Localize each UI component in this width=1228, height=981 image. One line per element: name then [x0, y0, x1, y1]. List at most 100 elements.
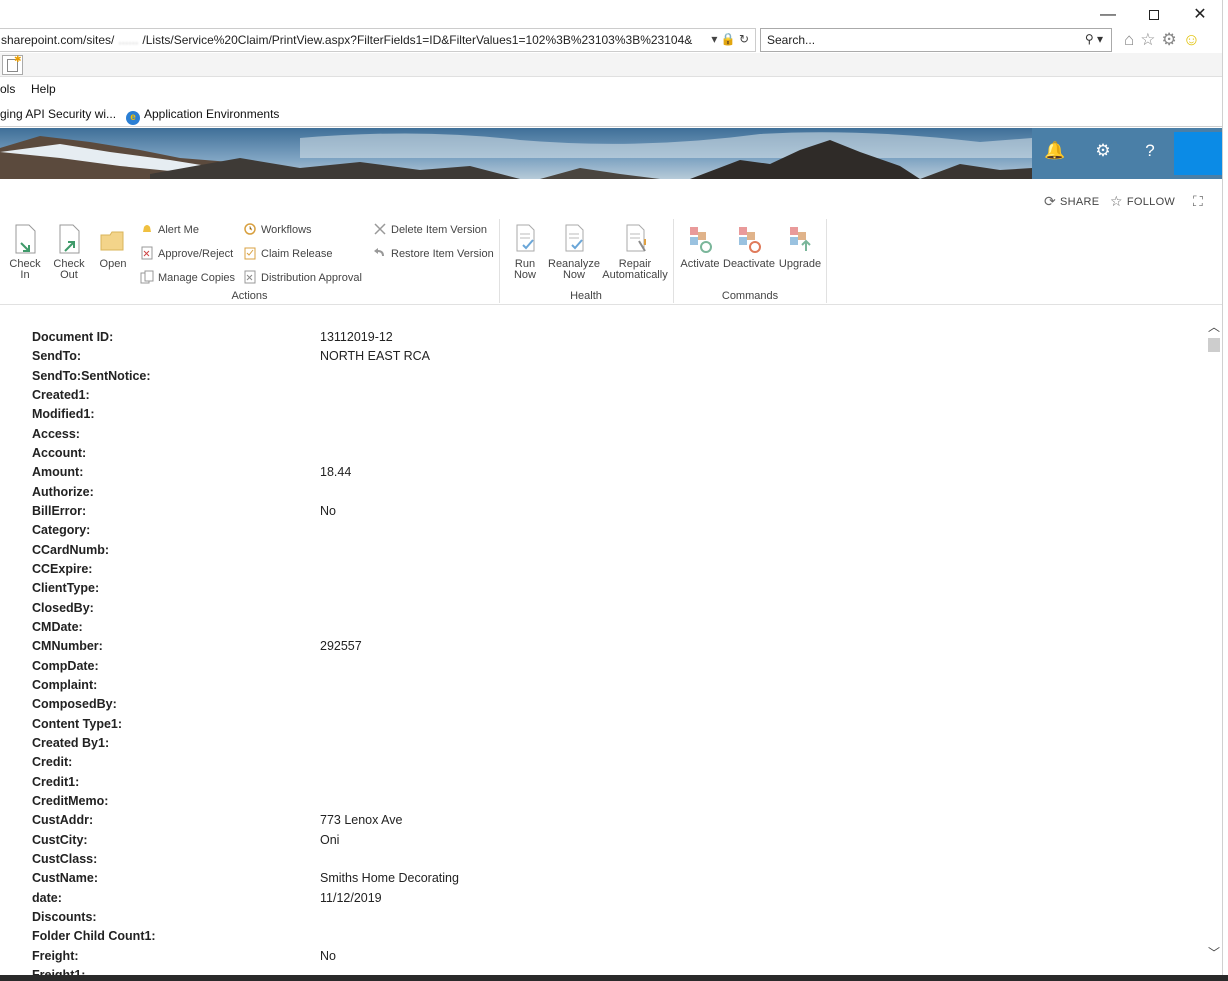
delete-x-icon [374, 223, 386, 235]
notification-bell-icon[interactable]: 🔔 [1040, 141, 1070, 161]
field-value: Oni [320, 832, 340, 847]
field-value: 773 Lenox Ave [320, 813, 403, 828]
favorites-star-icon[interactable]: ☆ [1140, 30, 1161, 49]
field-label: SendTo:SentNotice: [32, 368, 151, 383]
claim-release-button[interactable]: Claim Release [243, 246, 333, 260]
field-label: date: [32, 890, 62, 905]
field-label: Discounts: [32, 909, 97, 924]
suite-bar: 🔔 ⚙ ? [1032, 128, 1222, 179]
field-value: No [320, 948, 336, 963]
new-tab-button[interactable]: ✱ [2, 54, 23, 75]
repair-automatically-button[interactable]: Repair Automatically [602, 223, 668, 281]
activate-button[interactable]: Activate [679, 223, 721, 270]
field-label: Category: [32, 523, 91, 538]
print-view-content: Document ID: 13112019-12 SendTo: NORTH EAST… [0, 306, 1206, 976]
field-row: Created By1: [32, 736, 1192, 755]
scroll-thumb[interactable] [1208, 338, 1220, 352]
site-banner: 🔔 ⚙ ? [0, 128, 1222, 179]
search-input[interactable]: Search... [767, 33, 815, 47]
vertical-scrollbar[interactable]: ︿ ﹀ [1206, 316, 1222, 966]
tools-gear-icon[interactable]: ⚙ [1162, 30, 1183, 49]
delete-item-version-label: Delete Item Version [391, 224, 487, 236]
field-label: Created By1: [32, 735, 110, 750]
field-label: CustAddr: [32, 813, 94, 828]
favorite-label: Application Environments [144, 107, 280, 121]
reanalyze-now-button[interactable]: Reanalyze Now [548, 223, 600, 281]
approve-reject-button[interactable]: Approve/Reject [140, 246, 233, 260]
address-url[interactable]: sharepoint.com/sites/....../Lists/Servic… [1, 33, 692, 47]
field-value: 292557 [320, 639, 362, 654]
field-row: CMDate: [32, 620, 1192, 639]
check-in-button[interactable]: Check In [8, 223, 42, 281]
group-label-commands: Commands [721, 290, 779, 302]
search-box[interactable]: Search... ⚲ ▾ [760, 28, 1112, 52]
upgrade-button[interactable]: Upgrade [778, 223, 822, 270]
activate-icon [690, 227, 712, 253]
distribution-approval-icon [244, 270, 256, 284]
field-row: Discounts: [32, 910, 1192, 929]
share-button[interactable]: ⟳ SHARE [1044, 193, 1099, 210]
address-bar[interactable]: sharepoint.com/sites/....../Lists/Servic… [0, 28, 756, 52]
check-in-icon [15, 224, 36, 254]
close-button[interactable]: ✕ [1177, 4, 1222, 26]
scroll-up-arrow-icon[interactable]: ︿ [1208, 318, 1220, 335]
favorite-api-security[interactable]: ging API Security wi... [0, 107, 116, 121]
settings-gear-icon[interactable]: ⚙ [1088, 141, 1118, 161]
home-icon[interactable]: ⌂ [1124, 30, 1140, 49]
reanalyze-label-2: Now [562, 269, 585, 281]
activate-label: Activate [680, 258, 720, 270]
feedback-smiley-icon[interactable]: ☺ [1183, 30, 1206, 49]
delete-item-version-button[interactable]: Delete Item Version [373, 222, 487, 236]
field-row: Modified1: [32, 407, 1192, 426]
focus-content-button[interactable]: ⛶ [1193, 193, 1207, 210]
check-out-button[interactable]: Check Out [52, 223, 86, 281]
maximize-button[interactable] [1131, 4, 1177, 26]
field-label: CompDate: [32, 658, 99, 673]
field-label: CustName: [32, 871, 98, 886]
field-label: Folder Child Count1: [32, 929, 156, 944]
field-row: Content Type1: [32, 717, 1192, 736]
field-row: SendTo:SentNotice: [32, 369, 1192, 388]
field-label: ClientType: [32, 581, 100, 596]
field-label: ClosedBy: [32, 600, 94, 615]
search-icon[interactable]: ⚲ ▾ [1085, 32, 1103, 46]
field-row: Access: [32, 427, 1192, 446]
avatar[interactable] [1174, 132, 1222, 175]
field-row: Category: [32, 523, 1192, 542]
restore-item-version-button[interactable]: Restore Item Version [373, 246, 494, 260]
follow-button[interactable]: ☆ FOLLOW [1110, 193, 1175, 210]
help-icon[interactable]: ? [1135, 141, 1165, 161]
manage-copies-label: Manage Copies [158, 272, 236, 284]
address-icons[interactable]: ▾ 🔒 ↻ [711, 32, 749, 46]
field-row: BillError: No [32, 504, 1192, 523]
favorite-application-environments[interactable]: e Application Environments [126, 107, 279, 125]
field-label: CMNumber: [32, 639, 103, 654]
field-row: CustName: Smiths Home Decorating [32, 871, 1192, 890]
manage-copies-button[interactable]: Manage Copies [140, 270, 235, 284]
field-row: CreditMemo: [32, 794, 1192, 813]
field-row: ComposedBy: [32, 697, 1192, 716]
menu-help[interactable]: Help [31, 82, 56, 96]
field-row: date: 11/12/2019 [32, 891, 1192, 910]
field-label: BillError: [32, 503, 87, 518]
field-label: SendTo: [32, 349, 82, 364]
distribution-approval-button[interactable]: Distribution Approval [243, 270, 362, 284]
menu-tools[interactable]: ols [0, 82, 15, 96]
workflows-button[interactable]: Workflows [243, 222, 312, 236]
field-label: CustCity: [32, 832, 88, 847]
field-value: 13112019-12 [320, 330, 393, 344]
minimize-button[interactable]: — [1085, 4, 1131, 26]
alert-me-button[interactable]: Alert Me [140, 222, 199, 236]
field-label: Created1: [32, 387, 90, 402]
field-label: CMDate: [32, 619, 83, 634]
field-label: Content Type1: [32, 716, 123, 731]
scroll-down-arrow-icon[interactable]: ﹀ [1208, 944, 1220, 961]
approve-reject-label: Approve/Reject [158, 248, 234, 260]
workflows-label: Workflows [261, 224, 312, 236]
deactivate-button[interactable]: Deactivate [723, 223, 775, 270]
field-value: 18.44 [320, 465, 352, 480]
open-button[interactable]: Open [96, 223, 130, 270]
run-now-button[interactable]: Run Now [508, 223, 542, 281]
check-out-icon [59, 224, 80, 254]
field-value: NORTH EAST RCA [320, 349, 430, 364]
